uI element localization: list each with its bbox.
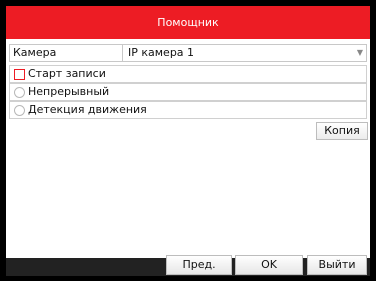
camera-row: Камера IP камера 1 ▼	[9, 44, 367, 62]
ok-button[interactable]: OK	[235, 255, 303, 275]
chevron-down-icon[interactable]: ▼	[357, 45, 363, 61]
window-title: Помощник	[6, 6, 370, 39]
option-label: Непрерывный	[28, 85, 110, 98]
option-label: Старт записи	[28, 67, 106, 80]
option-continuous[interactable]: Непрерывный	[9, 83, 367, 101]
prev-button[interactable]: Пред.	[166, 255, 232, 275]
continuous-radio[interactable]	[14, 87, 25, 98]
option-label: Детекция движения	[28, 103, 147, 116]
wizard-window: Помощник Камера IP камера 1 ▼ Старт запи…	[6, 6, 370, 276]
camera-select[interactable]: IP камера 1	[128, 45, 358, 61]
option-start-recording[interactable]: Старт записи	[9, 65, 367, 83]
camera-label: Камера	[13, 46, 57, 59]
option-motion-detection[interactable]: Детекция движения	[9, 101, 367, 119]
copy-button[interactable]: Копия	[316, 122, 368, 140]
camera-row-divider	[122, 45, 123, 61]
start-recording-checkbox[interactable]	[14, 69, 25, 80]
motion-detection-radio[interactable]	[14, 105, 25, 116]
exit-button[interactable]: Выйти	[307, 255, 367, 275]
